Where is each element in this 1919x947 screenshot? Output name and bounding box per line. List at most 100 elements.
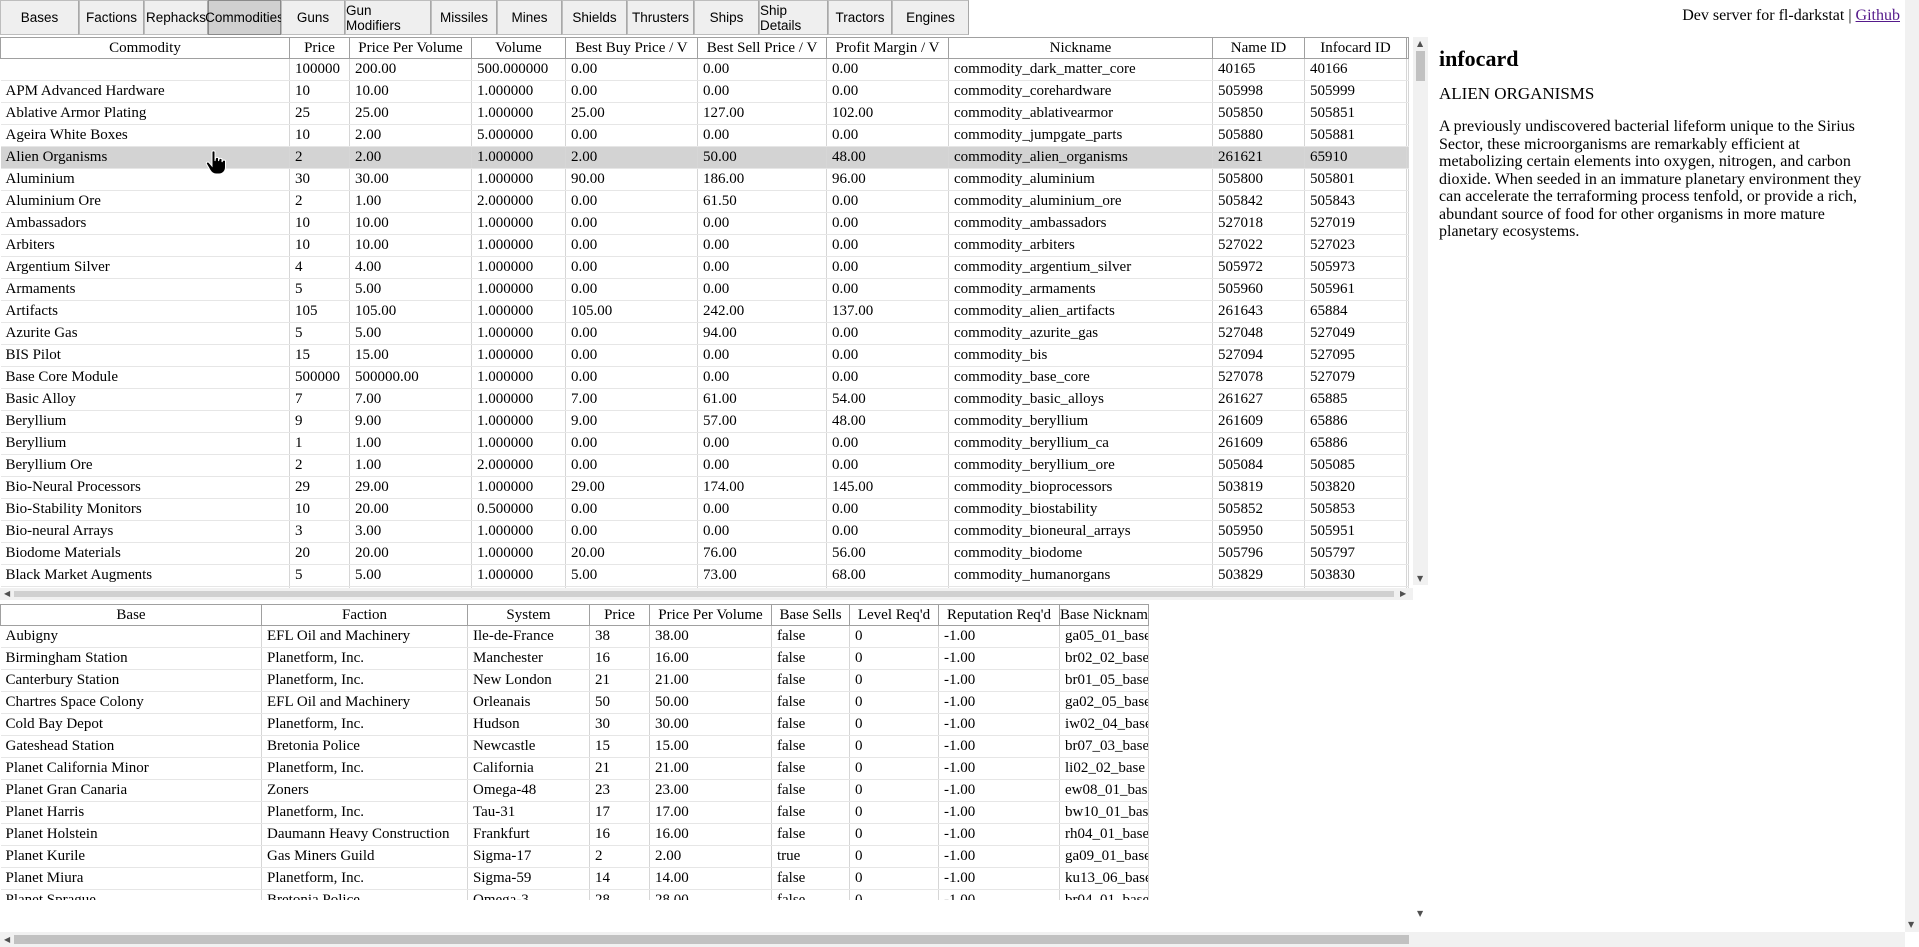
table-cell: Bio-Stability Monitors — [0, 498, 290, 521]
table-cell: 0.00 — [565, 124, 698, 147]
scroll-thumb[interactable] — [1416, 51, 1425, 81]
table-cell: 10 — [289, 234, 350, 257]
column-header[interactable]: Faction — [261, 604, 468, 626]
table-row[interactable]: Planet Sprague Bretonia Police Omega-3 28 28… — [0, 889, 1149, 900]
table-row[interactable]: Canterbury Station Planetform, Inc. New Lo… — [0, 669, 1149, 692]
table-row[interactable]: Beryllium Ore 2 1.00 2.000000 0.00 0.00 0.00 co… — [0, 454, 1409, 477]
scroll-up-arrow-icon[interactable]: ▲ — [1417, 39, 1423, 49]
column-header[interactable]: Level Req'd — [849, 604, 939, 626]
scroll-down-arrow-icon[interactable]: ▼ — [1417, 574, 1423, 584]
table-row[interactable]: APM Advanced Hardware 10 10.00 1.000000 0.00… — [0, 80, 1409, 103]
page-horizontal-scrollbar[interactable]: ◀ — [0, 932, 1905, 947]
table-cell: commodity_bioneural_arrays — [948, 520, 1213, 543]
table-row[interactable]: Planet Harris Planetform, Inc. Tau-31 17 17.… — [0, 801, 1149, 824]
table-row[interactable]: Basic Alloy 7 7.00 1.000000 7.00 61.00 54.00 co… — [0, 388, 1409, 411]
column-header[interactable]: Price Per Volume — [349, 37, 472, 59]
tab-ship-details[interactable]: Ship Details — [759, 0, 828, 35]
bases-table-container[interactable]: Base Faction System Price Price Per Volume Ba… — [0, 604, 1410, 900]
tab-missiles[interactable]: Missiles — [431, 0, 497, 35]
tab-engines[interactable]: Engines — [892, 0, 969, 35]
table-row[interactable]: Bio-Stability Monitors 10 20.00 0.500000 0.0… — [0, 498, 1409, 521]
table-row[interactable]: Cold Bay Depot Planetform, Inc. Hudson 30 30… — [0, 713, 1149, 736]
scroll-left-arrow-icon[interactable]: ◀ — [4, 935, 10, 945]
table-cell: 1.000000 — [471, 542, 566, 565]
table-cell: Base Core Module — [0, 366, 290, 389]
table-row[interactable]: Azurite Gas 5 5.00 1.000000 0.00 94.00 0.00 com… — [0, 322, 1409, 345]
table-cell: false — [771, 691, 850, 714]
scroll-thumb[interactable] — [14, 591, 1394, 597]
table-row[interactable]: Planet Holstein Daumann Heavy Constructio… — [0, 823, 1149, 846]
page-vertical-scrollbar[interactable]: ▼ — [1905, 0, 1919, 932]
scroll-right-arrow-icon[interactable]: ▶ — [1400, 589, 1406, 599]
table-row[interactable]: Bio-neural Arrays 3 3.00 1.000000 0.00 0.00 0.… — [0, 520, 1409, 543]
commodities-vertical-scrollbar[interactable]: ▲ ▼ — [1413, 37, 1428, 585]
column-header[interactable]: Price Per Volume — [649, 604, 772, 626]
tab-thrusters[interactable]: Thrusters — [627, 0, 694, 35]
table-row[interactable]: Black Market Augments 5 5.00 1.000000 5.00 73… — [0, 564, 1409, 587]
scroll-thumb[interactable] — [14, 935, 1409, 944]
table-row[interactable]: Biodome Materials 20 20.00 1.000000 20.00 76.… — [0, 542, 1409, 565]
tab-shields[interactable]: Shields — [562, 0, 627, 35]
infocard-description: A previously undiscovered bacterial life… — [1439, 118, 1862, 240]
column-header[interactable]: Nickname — [948, 37, 1213, 59]
table-row[interactable]: Ablative Armor Plating 25 25.00 1.000000 25.… — [0, 102, 1409, 125]
commodities-horizontal-scrollbar[interactable]: ◀ ▶ — [0, 588, 1413, 600]
table-cell: Planet Sprague — [0, 889, 262, 900]
column-header[interactable]: Price — [289, 37, 350, 59]
table-row[interactable]: Armaments 5 5.00 1.000000 0.00 0.00 0.00 commod… — [0, 278, 1409, 301]
column-header[interactable]: Best Sell Price / V — [697, 37, 827, 59]
table-row[interactable]: Beryllium 9 9.00 1.000000 9.00 57.00 48.00 comm… — [0, 410, 1409, 433]
github-link[interactable]: Github — [1856, 7, 1900, 24]
column-header[interactable]: Volume — [471, 37, 566, 59]
tab-tractors[interactable]: Tractors — [828, 0, 892, 35]
tab-rephacks[interactable]: Rephacks — [144, 0, 208, 35]
bases-vertical-scrollbar[interactable]: ▼ — [1413, 604, 1428, 920]
infocard-panel: infocard ALIEN ORGANISMS A previously un… — [1439, 40, 1869, 241]
column-header[interactable]: Profit Margin / V — [826, 37, 949, 59]
tab-commodities[interactable]: Commodities — [205, 0, 284, 35]
table-row[interactable]: Planet Kurile Gas Miners Guild Sigma-17 2 2.… — [0, 845, 1149, 868]
table-row[interactable]: Bio-Neural Processors 29 29.00 1.000000 29.0… — [0, 476, 1409, 499]
column-header[interactable]: Base Sells — [771, 604, 850, 626]
column-header[interactable]: Name ID — [1212, 37, 1305, 59]
table-row[interactable]: BIS Pilot 15 15.00 1.000000 0.00 0.00 0.00 comm… — [0, 344, 1409, 367]
table-cell: 0.00 — [565, 344, 698, 367]
table-row[interactable]: Planet Miura Planetform, Inc. Sigma-59 14 14… — [0, 867, 1149, 890]
tab-bases[interactable]: Bases — [0, 0, 79, 35]
table-row[interactable]: Aluminium Ore 2 1.00 2.000000 0.00 61.50 0.00 c… — [0, 190, 1409, 213]
column-header[interactable]: Base — [0, 604, 262, 626]
tab-factions[interactable]: Factions — [79, 0, 144, 35]
commodities-table-container[interactable]: Commodity Price Price Per Volume Volume Best… — [0, 37, 1410, 591]
table-row[interactable]: Ageira White Boxes 10 2.00 5.000000 0.00 0.00… — [0, 124, 1409, 147]
tab-ships[interactable]: Ships — [694, 0, 759, 35]
column-header[interactable]: Infocard ID — [1304, 37, 1407, 59]
column-header[interactable]: Base Nickname — [1059, 604, 1149, 626]
table-row[interactable]: Beryllium 1 1.00 1.000000 0.00 0.00 0.00 commod… — [0, 432, 1409, 455]
tab-gun-modifiers[interactable]: Gun Modifiers — [345, 0, 431, 35]
table-row[interactable]: Argentium Silver 4 4.00 1.000000 0.00 0.00 0.0… — [0, 256, 1409, 279]
tab-guns[interactable]: Guns — [281, 0, 345, 35]
column-header[interactable]: Commodity — [0, 37, 290, 59]
column-header[interactable]: Price — [589, 604, 650, 626]
table-row[interactable]: 100000 200.00 500.000000 0.00 0.00 0.00 commod… — [0, 58, 1409, 81]
table-row[interactable]: Chartres Space Colony EFL Oil and Machine… — [0, 691, 1149, 714]
column-header[interactable]: System — [467, 604, 590, 626]
table-row[interactable]: Base Core Module 500000 500000.00 1.000000 0… — [0, 366, 1409, 389]
table-row[interactable]: Ambassadors 10 10.00 1.000000 0.00 0.00 0.00 co… — [0, 212, 1409, 235]
tab-mines[interactable]: Mines — [497, 0, 562, 35]
table-row[interactable]: Gateshead Station Bretonia Police Newcastl… — [0, 735, 1149, 758]
scroll-down-arrow-icon[interactable]: ▼ — [1417, 909, 1423, 919]
table-row[interactable]: Planet Gran Canaria Zoners Omega-48 23 23.00… — [0, 779, 1149, 802]
column-header[interactable]: Reputation Req'd — [938, 604, 1060, 626]
column-header[interactable]: Best Buy Price / V — [565, 37, 698, 59]
table-cell: commodity_beryllium_ore — [948, 454, 1213, 477]
scroll-left-arrow-icon[interactable]: ◀ — [4, 589, 10, 599]
table-row[interactable]: Artifacts 105 105.00 1.000000 105.00 242.00 13… — [0, 300, 1409, 323]
table-row[interactable]: Arbiters 10 10.00 1.000000 0.00 0.00 0.00 commo… — [0, 234, 1409, 257]
table-cell: 1.000000 — [471, 102, 566, 125]
table-cell: -1.00 — [938, 691, 1060, 714]
table-row[interactable]: Planet California Minor Planetform, Inc. C… — [0, 757, 1149, 780]
table-row[interactable]: Birmingham Station Planetform, Inc. Manche… — [0, 647, 1149, 670]
scroll-down-arrow-icon[interactable]: ▼ — [1908, 920, 1914, 930]
table-row[interactable]: Aubigny EFL Oil and Machinery Ile-de-Franc… — [0, 625, 1149, 648]
